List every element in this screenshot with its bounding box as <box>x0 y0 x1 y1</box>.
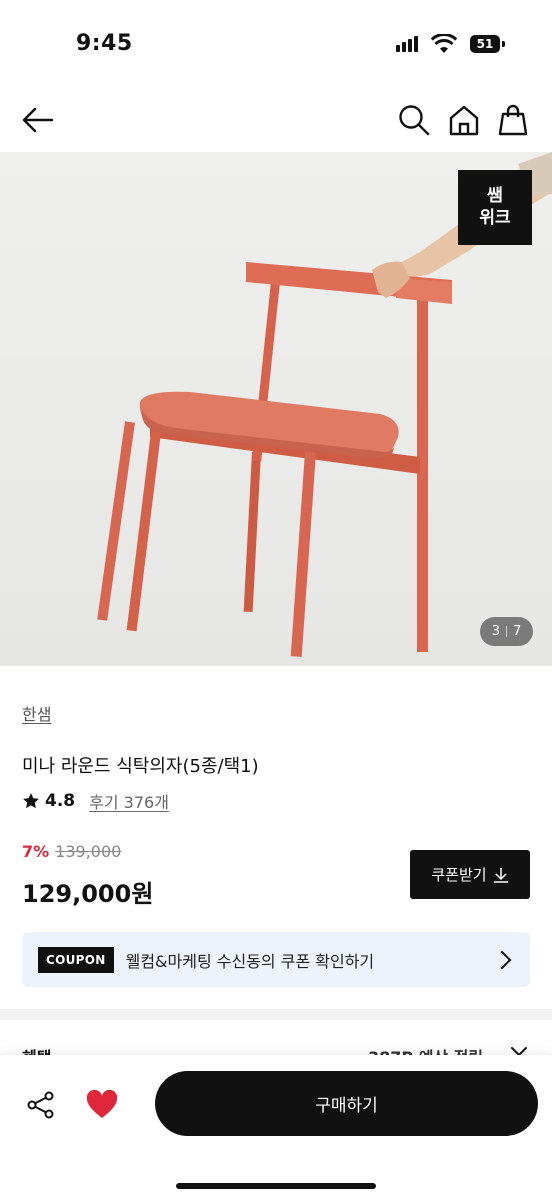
back-button[interactable] <box>18 100 58 140</box>
badge-line1: 쌤 <box>487 186 503 206</box>
brand-link[interactable]: 한샘 <box>22 701 51 725</box>
chevron-right-icon <box>501 951 512 969</box>
sale-price: 129,000원 <box>22 880 154 908</box>
counter-current: 3 <box>491 624 500 639</box>
coupon-button-label: 쿠폰받기 <box>431 866 487 884</box>
counter-separator <box>506 626 507 637</box>
counter-total: 7 <box>513 624 522 639</box>
status-time: 9:45 <box>76 31 133 56</box>
image-page-counter: 3 7 <box>480 617 533 646</box>
discount-rate: 7% <box>22 842 50 861</box>
reviews-link[interactable]: 후기 376개 <box>89 789 169 813</box>
badge-line2: 위크 <box>479 208 511 228</box>
buy-button[interactable]: 구매하기 <box>155 1071 538 1136</box>
battery-tip <box>502 41 505 47</box>
star-icon <box>23 793 39 809</box>
top-navigation <box>0 90 552 152</box>
status-bar: 9:45 51 <box>0 0 552 90</box>
download-coupon-button[interactable]: 쿠폰받기 <box>410 850 530 899</box>
download-icon <box>493 867 508 883</box>
bottom-action-bar: 구매하기 <box>0 1055 552 1200</box>
search-icon <box>399 105 430 136</box>
heart-icon[interactable] <box>86 1090 118 1120</box>
coupon-banner[interactable]: COUPON 웰컴&마케팅 수신동의 쿠폰 확인하기 <box>22 932 530 987</box>
home-icon <box>449 105 479 136</box>
rating-score: 4.8 <box>45 791 76 811</box>
wifi-icon <box>431 34 457 53</box>
product-title: 미나 라운드 식탁의자(5종/택1) <box>22 756 259 777</box>
section-divider <box>0 1009 552 1020</box>
arrow-left-icon <box>22 107 54 133</box>
home-indicator <box>176 1183 376 1189</box>
cart-button[interactable] <box>493 100 533 140</box>
home-button[interactable] <box>444 100 484 140</box>
promo-badge: 쌤 위크 <box>458 170 532 245</box>
battery-icon: 51 <box>470 35 500 53</box>
share-icon[interactable] <box>26 1090 56 1120</box>
rating-row: 4.8 후기 376개 <box>22 789 169 813</box>
shopping-bag-icon <box>498 104 528 136</box>
original-price: 139,000 <box>55 842 122 861</box>
cellular-signal-icon <box>396 36 422 52</box>
discount-row: 7% 139,000 <box>22 842 121 861</box>
coupon-tag: COUPON <box>38 946 114 973</box>
search-button[interactable] <box>394 100 434 140</box>
coupon-banner-text: 웰컴&마케팅 수신동의 쿠폰 확인하기 <box>125 951 375 971</box>
